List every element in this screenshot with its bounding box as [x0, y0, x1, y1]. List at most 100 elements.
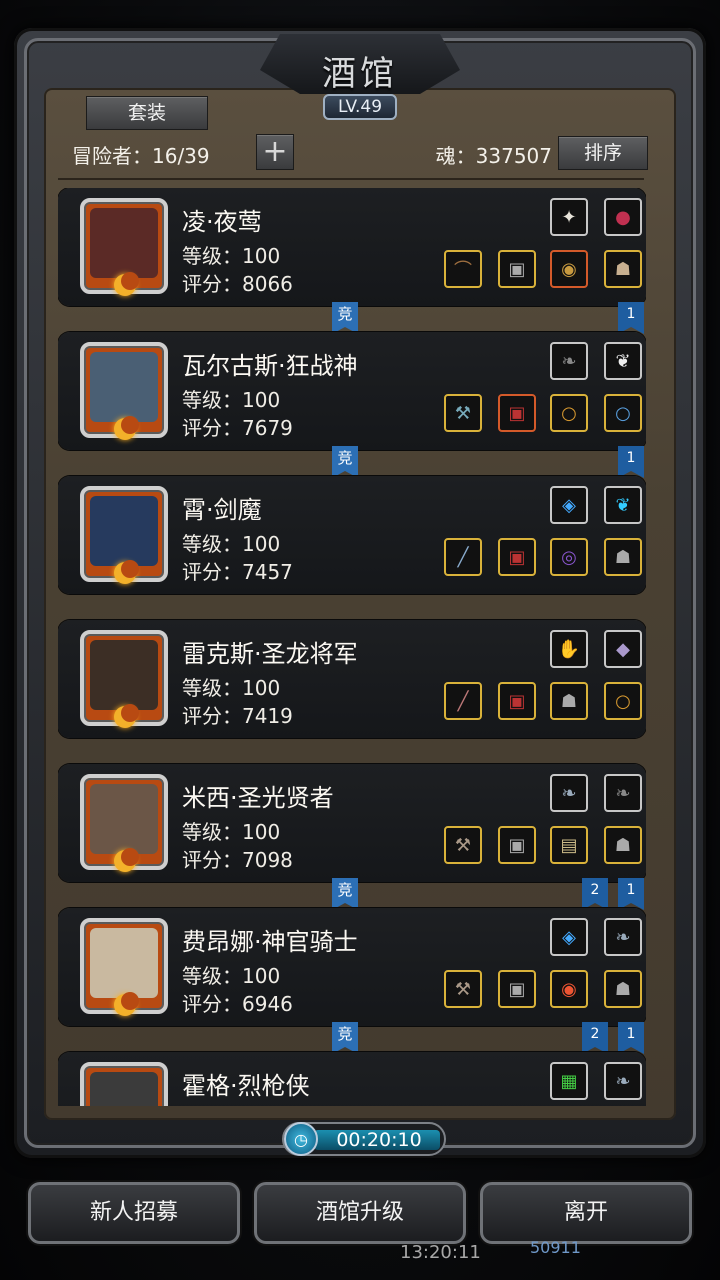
- adventurer-name: 米西·圣光贤者: [182, 784, 334, 812]
- helmet-icon[interactable]: ☗: [604, 538, 642, 576]
- avatar: [80, 342, 168, 440]
- shield-icon[interactable]: ◉: [550, 250, 588, 288]
- adventurer-name: 凌·夜莺: [182, 208, 262, 236]
- soul-count: 魂：337507: [435, 144, 552, 168]
- moon-icon: [114, 560, 139, 584]
- avatar: [80, 630, 168, 728]
- suit-button[interactable]: 套装: [86, 96, 208, 130]
- adventurer-card[interactable]: 雷克斯·圣龙将军 等级：100 评分：7419 ✋ ◆ ╱ ▣ ☗ ○: [58, 620, 646, 738]
- header-divider: [58, 178, 644, 180]
- helmet-icon[interactable]: ☗: [550, 682, 588, 720]
- page-title: 酒馆: [322, 54, 398, 94]
- armor-icon[interactable]: ▣: [498, 970, 536, 1008]
- moon-icon: [114, 416, 139, 440]
- hammer-icon[interactable]: ⚒: [444, 970, 482, 1008]
- helmet-icon[interactable]: ☗: [604, 250, 642, 288]
- ring-icon[interactable]: ○: [550, 394, 588, 432]
- adventurer-name: 瓦尔古斯·狂战神: [182, 352, 358, 380]
- adventurer-level: 等级：100: [182, 820, 281, 844]
- adventurer-card[interactable]: 费昂娜·神官骑士 等级：100 评分：6946 ◈ ❧ ⚒ ▣ ◉ ☗: [58, 908, 646, 1026]
- helmet-icon[interactable]: ☗: [604, 826, 642, 864]
- clock-icon: ◷: [284, 1122, 318, 1156]
- adventurer-card[interactable]: 瓦尔古斯·狂战神 等级：100 评分：7679 ❧ ❦ ⚒ ▣ ○ ○: [58, 332, 646, 450]
- adventurer-level: 等级：100: [182, 532, 281, 556]
- armor-icon[interactable]: ▣: [498, 250, 536, 288]
- adventurer-card[interactable]: 霍格·烈枪侠 ▦ ❧: [58, 1052, 646, 1106]
- ring-icon[interactable]: ○: [604, 682, 642, 720]
- avatar: [80, 1062, 168, 1106]
- rank-ribbon: 1: [618, 878, 644, 910]
- arena-ribbon: 竞: [332, 1022, 358, 1054]
- upgrade-tavern-button[interactable]: 酒馆升级: [254, 1182, 466, 1244]
- adventurer-level: 等级：100: [182, 676, 281, 700]
- adventurer-score: 评分：8066: [182, 272, 293, 296]
- avatar: [80, 918, 168, 1016]
- axe-icon[interactable]: ⚒: [444, 394, 482, 432]
- adventurer-name: 雷克斯·圣龙将军: [182, 640, 358, 668]
- recruit-button[interactable]: 新人招募: [28, 1182, 240, 1244]
- avatar: [80, 774, 168, 872]
- necklace-icon[interactable]: ◈: [550, 486, 588, 524]
- status-time: 13:20:11: [400, 1242, 481, 1263]
- arena-ribbon: 竞: [332, 302, 358, 334]
- adventurer-card[interactable]: 凌·夜莺 等级：100 评分：8066 ✦ ● ⌒ ▣ ◉ ☗: [58, 188, 646, 306]
- helmet-icon[interactable]: ☗: [604, 970, 642, 1008]
- adventurer-name: 费昂娜·神官骑士: [182, 928, 358, 956]
- staff-icon[interactable]: ╱: [444, 682, 482, 720]
- crystal-icon[interactable]: ◆: [604, 630, 642, 668]
- belt-icon[interactable]: ◎: [550, 538, 588, 576]
- wing-icon[interactable]: ❦: [604, 342, 642, 380]
- status-value: 50911: [530, 1238, 581, 1257]
- charm-icon[interactable]: ▦: [550, 1062, 588, 1100]
- adventurer-name: 霍格·烈枪侠: [182, 1072, 310, 1100]
- adventurer-list[interactable]: 凌·夜莺 等级：100 评分：8066 ✦ ● ⌒ ▣ ◉ ☗ 竞 1 瓦尔古斯…: [58, 188, 646, 1106]
- moon-icon: [114, 272, 139, 296]
- arena-ribbon: 竞: [332, 446, 358, 478]
- amulet-icon[interactable]: ✦: [550, 198, 588, 236]
- ring-icon[interactable]: ○: [604, 394, 642, 432]
- rank-ribbon: 2: [582, 878, 608, 910]
- scroll-icon[interactable]: ▤: [550, 826, 588, 864]
- adventurer-level: 等级：100: [182, 964, 281, 988]
- feather-icon[interactable]: ❧: [604, 774, 642, 812]
- bow-icon[interactable]: ⌒: [444, 250, 482, 288]
- moon-icon: [114, 992, 139, 1016]
- arena-ribbon: 竞: [332, 878, 358, 910]
- necklace-icon[interactable]: ◈: [550, 918, 588, 956]
- hammer-icon[interactable]: ⚒: [444, 826, 482, 864]
- armor-icon[interactable]: ▣: [498, 682, 536, 720]
- armor-icon[interactable]: ▣: [498, 394, 536, 432]
- add-slot-button[interactable]: +: [256, 134, 294, 170]
- sort-button[interactable]: 排序: [558, 136, 648, 170]
- rank-ribbon: 1: [618, 446, 644, 478]
- armor-icon[interactable]: ▣: [498, 826, 536, 864]
- adventurer-score: 评分：7457: [182, 560, 293, 584]
- leave-button[interactable]: 离开: [480, 1182, 692, 1244]
- adventurer-name: 霄·剑魔: [182, 496, 262, 524]
- glove-icon[interactable]: ●: [604, 198, 642, 236]
- gauntlet-icon[interactable]: ✋: [550, 630, 588, 668]
- feather-icon[interactable]: ❧: [604, 1062, 642, 1100]
- feather-icon[interactable]: ❧: [550, 342, 588, 380]
- adventurer-score: 评分：6946: [182, 992, 293, 1016]
- moon-icon: [114, 704, 139, 728]
- adventurer-card[interactable]: 霄·剑魔 等级：100 评分：7457 ◈ ❦ ╱ ▣ ◎ ☗: [58, 476, 646, 594]
- rank-ribbon: 1: [618, 1022, 644, 1054]
- adventurer-count: 冒险者：16/39: [72, 144, 210, 168]
- avatar: [80, 198, 168, 296]
- wing-icon[interactable]: ❦: [604, 486, 642, 524]
- gem-bracelet-icon[interactable]: ◉: [550, 970, 588, 1008]
- armor-icon[interactable]: ▣: [498, 538, 536, 576]
- adventurer-score: 评分：7419: [182, 704, 293, 728]
- moon-icon: [114, 848, 139, 872]
- feather-icon[interactable]: ❧: [604, 918, 642, 956]
- rank-ribbon: 2: [582, 1022, 608, 1054]
- spear-icon[interactable]: ╱: [444, 538, 482, 576]
- adventurer-score: 评分：7098: [182, 848, 293, 872]
- timer: ◷ 00:20:10: [282, 1122, 446, 1156]
- level-badge: LV.49: [323, 94, 397, 120]
- adventurer-card[interactable]: 米西·圣光贤者 等级：100 评分：7098 ❧ ❧ ⚒ ▣ ▤ ☗: [58, 764, 646, 882]
- feather-icon[interactable]: ❧: [550, 774, 588, 812]
- avatar: [80, 486, 168, 584]
- timer-text: 00:20:10: [336, 1129, 422, 1151]
